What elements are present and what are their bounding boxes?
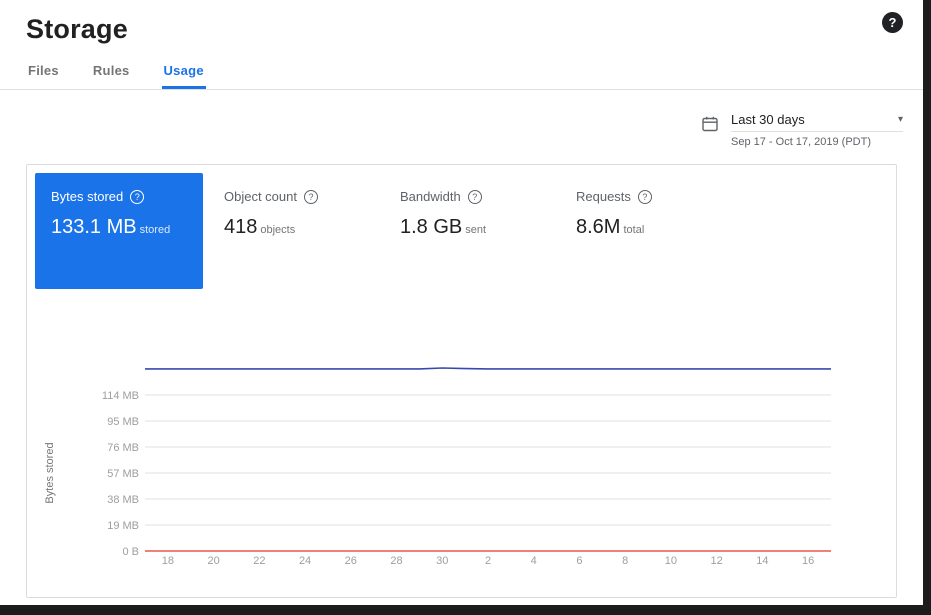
chevron-down-icon: ▾ (898, 114, 903, 125)
metric-value: 1.8 GB (400, 216, 462, 238)
svg-text:57 MB: 57 MB (107, 468, 139, 480)
help-icon: ? (304, 190, 318, 204)
svg-text:22: 22 (253, 555, 265, 567)
metric-value-row: 1.8 GBsent (400, 216, 555, 239)
metric-unit: stored (140, 224, 171, 236)
metric-value: 133.1 MB (51, 216, 137, 238)
page-header: Storage ? (0, 0, 923, 45)
date-range-detail: Sep 17 - Oct 17, 2019 (PDT) (731, 136, 903, 148)
metric-unit: objects (260, 224, 295, 236)
tab-usage[interactable]: Usage (162, 57, 206, 89)
help-icon: ? (889, 15, 897, 30)
svg-text:38 MB: 38 MB (107, 494, 139, 506)
svg-text:19 MB: 19 MB (107, 520, 139, 532)
metric-label: Requests (576, 189, 631, 204)
svg-text:6: 6 (576, 555, 582, 567)
metric-unit: total (623, 224, 644, 236)
metric-label-row: Bytes stored ? (51, 189, 187, 204)
metric-bytes-stored[interactable]: Bytes stored ? 133.1 MBstored (35, 173, 203, 289)
svg-text:16: 16 (802, 555, 814, 567)
metric-selector-row: Bytes stored ? 133.1 MBstored Object cou… (27, 165, 896, 289)
svg-text:95 MB: 95 MB (107, 416, 139, 428)
usage-chart: 114 MB95 MB76 MB57 MB38 MB19 MB0 B182022… (33, 303, 893, 575)
metric-label-row: Object count ? (224, 189, 379, 204)
date-range-top: Last 30 days ▾ (731, 112, 903, 132)
help-icon: ? (130, 190, 144, 204)
svg-text:14: 14 (756, 555, 768, 567)
svg-text:24: 24 (299, 555, 311, 567)
storage-usage-page: Storage ? Files Rules Usage Last 30 days… (0, 0, 931, 615)
svg-text:26: 26 (345, 555, 357, 567)
metric-value: 418 (224, 216, 257, 238)
svg-text:12: 12 (711, 555, 723, 567)
svg-text:114 MB: 114 MB (102, 390, 139, 402)
date-range-text: Last 30 days ▾ Sep 17 - Oct 17, 2019 (PD… (731, 112, 903, 148)
svg-text:20: 20 (207, 555, 219, 567)
date-range-row: Last 30 days ▾ Sep 17 - Oct 17, 2019 (PD… (0, 90, 923, 164)
help-button[interactable]: ? (882, 12, 903, 33)
metric-value-row: 418objects (224, 216, 379, 239)
tab-rules[interactable]: Rules (91, 57, 132, 89)
metric-requests[interactable]: Requests ? 8.6Mtotal (555, 173, 731, 289)
metric-unit: sent (465, 224, 486, 236)
svg-text:10: 10 (665, 555, 677, 567)
metric-value: 8.6M (576, 216, 620, 238)
metric-value-row: 8.6Mtotal (576, 216, 731, 239)
metric-label-row: Bandwidth ? (400, 189, 555, 204)
date-range-label: Last 30 days (731, 112, 805, 127)
svg-text:76 MB: 76 MB (107, 442, 139, 454)
date-range-selector[interactable]: Last 30 days ▾ Sep 17 - Oct 17, 2019 (PD… (701, 112, 903, 148)
page-title: Storage (26, 14, 897, 45)
svg-text:8: 8 (622, 555, 628, 567)
tab-bar: Files Rules Usage (0, 57, 923, 90)
metric-label: Bandwidth (400, 189, 461, 204)
svg-text:2: 2 (485, 555, 491, 567)
calendar-icon (701, 115, 719, 133)
metric-object-count[interactable]: Object count ? 418objects (203, 173, 379, 289)
chart-area: 114 MB95 MB76 MB57 MB38 MB19 MB0 B182022… (33, 303, 896, 580)
help-icon: ? (638, 190, 652, 204)
svg-text:30: 30 (436, 555, 448, 567)
tab-files[interactable]: Files (26, 57, 61, 89)
usage-card: Bytes stored ? 133.1 MBstored Object cou… (26, 164, 897, 598)
svg-text:18: 18 (162, 555, 174, 567)
metric-value-row: 133.1 MBstored (51, 216, 187, 239)
metric-bandwidth[interactable]: Bandwidth ? 1.8 GBsent (379, 173, 555, 289)
svg-text:Bytes stored: Bytes stored (44, 442, 56, 503)
svg-text:28: 28 (390, 555, 402, 567)
svg-text:0 B: 0 B (122, 546, 139, 558)
metric-label: Object count (224, 189, 297, 204)
help-icon: ? (468, 190, 482, 204)
svg-text:4: 4 (531, 555, 537, 567)
metric-label-row: Requests ? (576, 189, 731, 204)
metric-label: Bytes stored (51, 189, 123, 204)
